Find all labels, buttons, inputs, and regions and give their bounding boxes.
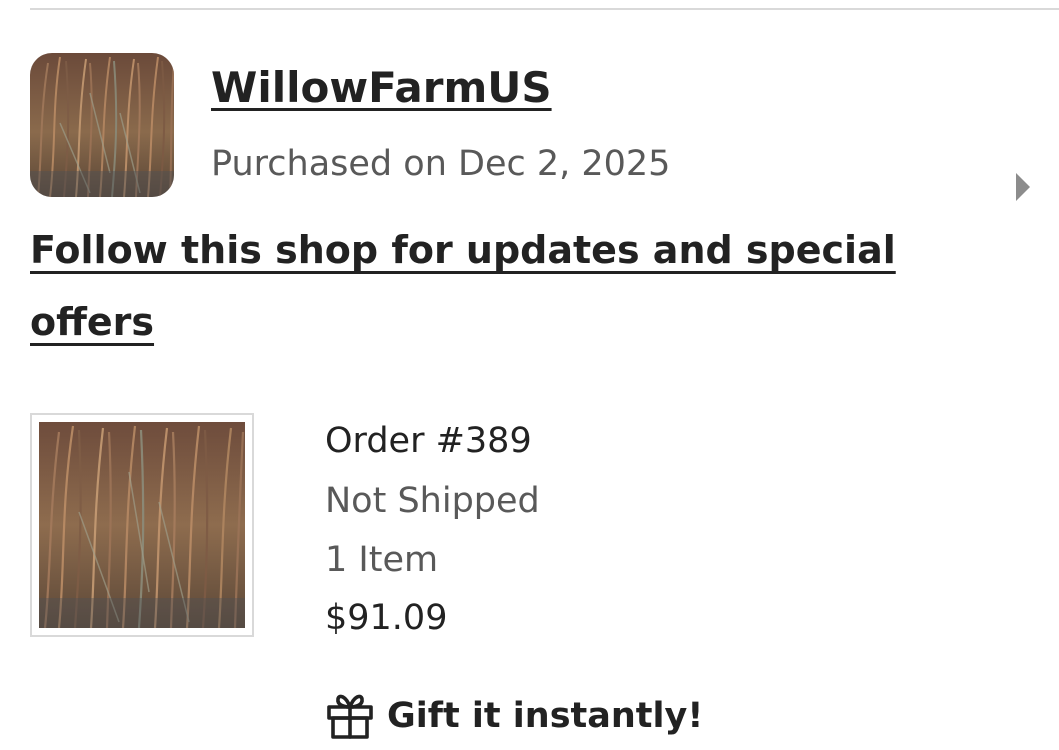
gift-it-label: Gift it instantly! [387,696,704,736]
redaction-mark [552,410,774,480]
chevron-right-icon[interactable] [1008,168,1036,206]
order-item-thumbnail[interactable] [30,413,254,637]
item-photo [39,422,245,628]
order-total: $91.09 [325,598,448,638]
purchase-date: Purchased on Dec 2, 2025 [211,144,671,184]
section-divider [30,8,1059,10]
shop-avatar[interactable] [30,53,174,197]
order-number: Order #389 [325,421,532,461]
follow-shop-link[interactable]: Follow this shop for updates and special… [30,214,910,358]
shop-name-link[interactable]: WillowFarmUS [211,62,552,114]
shipping-status: Not Shipped [325,481,540,521]
gift-it-button[interactable]: Gift it instantly! [325,688,703,744]
item-count: 1 Item [325,540,439,580]
gift-icon [327,694,373,739]
